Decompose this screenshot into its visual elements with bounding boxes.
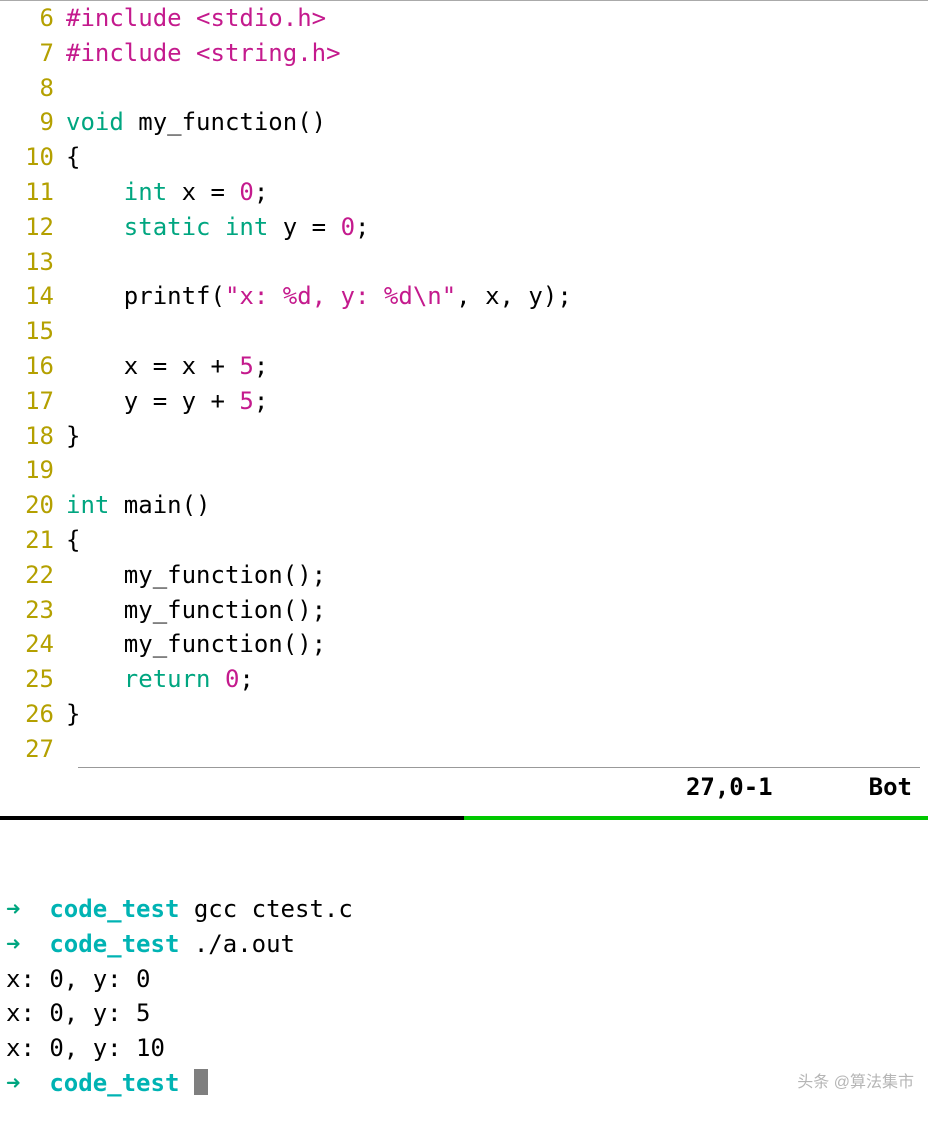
output-text: x: 0, y: 0 [6,965,151,993]
editor-pane[interactable]: 6#include <stdio.h>7#include <string.h>8… [0,0,928,810]
line-number: 20 [0,488,66,523]
code-content[interactable]: { [66,523,928,558]
code-line[interactable]: 19 [0,453,928,488]
line-number: 15 [0,314,66,349]
code-content[interactable] [66,245,928,280]
line-number: 14 [0,279,66,314]
code-content[interactable] [66,71,928,106]
editor-status-bar: 27,0-1 Bot [0,768,928,811]
line-number: 10 [0,140,66,175]
cursor-position: 27,0-1 [686,770,773,805]
prompt-arrow-icon: ➜ [6,930,20,958]
code-content[interactable]: void my_function() [66,105,928,140]
code-line[interactable]: 22 my_function(); [0,558,928,593]
cwd-label: code_test [49,1069,179,1097]
code-content[interactable]: int x = 0; [66,175,928,210]
prompt-arrow-icon: ➜ [6,1069,20,1097]
line-number: 12 [0,210,66,245]
code-content[interactable]: y = y + 5; [66,384,928,419]
code-content[interactable]: my_function(); [66,593,928,628]
code-content[interactable]: x = x + 5; [66,349,928,384]
code-content[interactable]: #include <string.h> [66,36,928,71]
line-number: 23 [0,593,66,628]
output-text: x: 0, y: 5 [6,999,151,1027]
cwd-label: code_test [49,930,179,958]
output-text: x: 0, y: 10 [6,1034,165,1062]
code-content[interactable]: int main() [66,488,928,523]
line-number: 7 [0,36,66,71]
line-number: 17 [0,384,66,419]
line-number: 22 [0,558,66,593]
terminal-cursor [194,1069,208,1095]
code-line[interactable]: 18} [0,419,928,454]
code-content[interactable] [66,453,928,488]
code-line[interactable]: 27 [0,732,928,767]
line-number: 25 [0,662,66,697]
line-number: 9 [0,105,66,140]
code-content[interactable]: return 0; [66,662,928,697]
code-line[interactable]: 23 my_function(); [0,593,928,628]
code-line[interactable]: 17 y = y + 5; [0,384,928,419]
code-line[interactable]: 7#include <string.h> [0,36,928,71]
code-content[interactable]: static int y = 0; [66,210,928,245]
cwd-label: code_test [49,895,179,923]
terminal-output-line: x: 0, y: 0 [6,962,924,997]
code-line[interactable]: 24 my_function(); [0,627,928,662]
code-line[interactable]: 9void my_function() [0,105,928,140]
line-number: 21 [0,523,66,558]
line-number: 16 [0,349,66,384]
terminal-prompt-line[interactable]: ➜ code_test ./a.out [6,927,924,962]
code-content[interactable]: my_function(); [66,558,928,593]
code-line[interactable]: 25 return 0; [0,662,928,697]
code-content[interactable]: #include <stdio.h> [66,1,928,36]
code-content[interactable]: } [66,419,928,454]
line-number: 27 [0,732,66,767]
code-line[interactable]: 26} [0,697,928,732]
command-text[interactable]: gcc ctest.c [194,895,353,923]
code-content[interactable]: printf("x: %d, y: %d\n", x, y); [66,279,928,314]
code-line[interactable]: 8 [0,71,928,106]
line-number: 18 [0,419,66,454]
code-line[interactable]: 11 int x = 0; [0,175,928,210]
code-line[interactable]: 10{ [0,140,928,175]
code-content[interactable] [66,732,928,767]
command-text[interactable]: ./a.out [194,930,295,958]
code-content[interactable]: } [66,697,928,732]
code-line[interactable]: 14 printf("x: %d, y: %d\n", x, y); [0,279,928,314]
line-number: 11 [0,175,66,210]
terminal-prompt-line[interactable]: ➜ code_test [6,1066,924,1101]
code-content[interactable]: { [66,140,928,175]
terminal-pane[interactable]: ➜ code_test gcc ctest.c➜ code_test ./a.o… [0,820,928,1135]
line-number: 26 [0,697,66,732]
code-content[interactable]: my_function(); [66,627,928,662]
terminal-output-line: x: 0, y: 5 [6,996,924,1031]
terminal-prompt-line[interactable]: ➜ code_test gcc ctest.c [6,892,924,927]
code-line[interactable]: 20int main() [0,488,928,523]
line-number: 24 [0,627,66,662]
line-number: 19 [0,453,66,488]
scroll-indicator: Bot [869,770,912,805]
terminal-output-line: x: 0, y: 10 [6,1031,924,1066]
watermark: 头条 @算法集市 [797,1071,914,1094]
code-line[interactable]: 13 [0,245,928,280]
code-line[interactable]: 15 [0,314,928,349]
code-line[interactable]: 21{ [0,523,928,558]
prompt-arrow-icon: ➜ [6,895,20,923]
code-line[interactable]: 12 static int y = 0; [0,210,928,245]
code-line[interactable]: 16 x = x + 5; [0,349,928,384]
line-number: 8 [0,71,66,106]
line-number: 6 [0,1,66,36]
code-content[interactable] [66,314,928,349]
code-line[interactable]: 6#include <stdio.h> [0,1,928,36]
line-number: 13 [0,245,66,280]
